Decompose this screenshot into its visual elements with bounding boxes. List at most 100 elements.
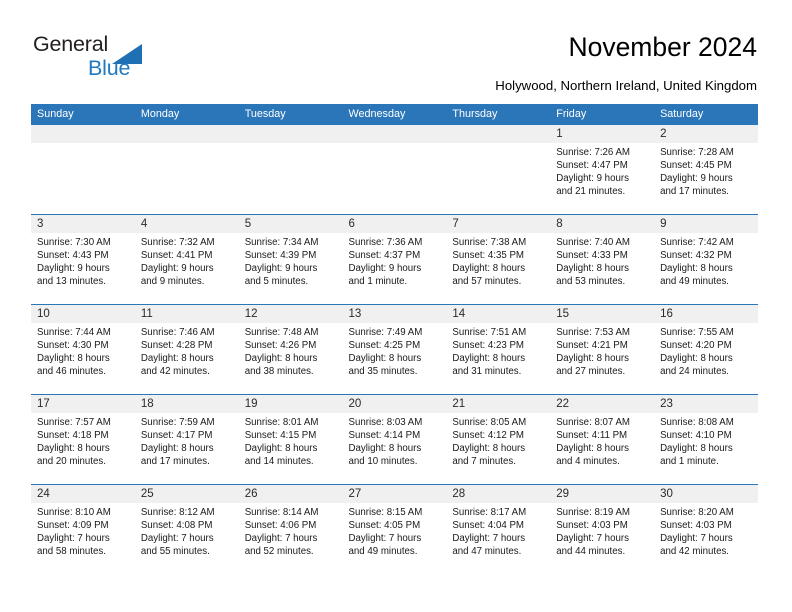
day-cell[interactable]: Sunrise: 8:05 AM Sunset: 4:12 PM Daylight:… xyxy=(446,413,550,484)
day-cell[interactable]: Sunrise: 7:49 AM Sunset: 4:25 PM Daylight:… xyxy=(343,323,447,394)
day-cell[interactable]: Sunrise: 7:28 AM Sunset: 4:45 PM Daylight:… xyxy=(654,143,758,214)
week-date-bar: 17 18 19 20 21 22 23 xyxy=(31,395,758,413)
day-info-line: and 35 minutes. xyxy=(348,366,418,378)
day-number[interactable]: 18 xyxy=(135,395,239,413)
day-info-line: Sunrise: 7:53 AM xyxy=(556,327,630,338)
day-number[interactable]: 15 xyxy=(550,305,654,323)
day-cell[interactable]: Sunrise: 7:42 AM Sunset: 4:32 PM Daylight:… xyxy=(654,233,758,304)
day-cell[interactable]: Sunrise: 8:01 AM Sunset: 4:15 PM Daylight:… xyxy=(239,413,343,484)
day-info-line: Sunrise: 7:51 AM xyxy=(452,327,527,338)
day-number[interactable]: 22 xyxy=(550,395,654,413)
day-info-line: Daylight: 9 hours xyxy=(244,263,318,275)
day-info-line: Sunrise: 7:26 AM xyxy=(556,147,630,158)
day-number[interactable]: 16 xyxy=(654,305,758,323)
day-cell[interactable]: Sunrise: 8:03 AM Sunset: 4:14 PM Daylight:… xyxy=(343,413,447,484)
day-number[interactable]: 3 xyxy=(31,215,135,233)
day-cell[interactable]: Sunrise: 7:46 AM Sunset: 4:28 PM Daylight:… xyxy=(135,323,239,394)
day-info-line: and 17 minutes. xyxy=(140,456,210,468)
day-cell[interactable]: Sunrise: 8:17 AM Sunset: 4:04 PM Daylight:… xyxy=(446,503,550,574)
day-number[interactable]: 27 xyxy=(343,485,447,503)
day-info-line: Daylight: 8 hours xyxy=(452,443,526,455)
day-cell[interactable]: Sunrise: 8:07 AM Sunset: 4:11 PM Daylight:… xyxy=(550,413,654,484)
day-cell[interactable]: Sunrise: 8:10 AM Sunset: 4:09 PM Daylight:… xyxy=(31,503,135,574)
day-number[interactable]: 13 xyxy=(343,305,447,323)
day-info-line: Sunrise: 7:49 AM xyxy=(348,327,423,338)
day-cell[interactable]: Sunrise: 7:38 AM Sunset: 4:35 PM Daylight:… xyxy=(446,233,550,304)
day-info-line: Sunset: 4:26 PM xyxy=(244,340,317,352)
day-number[interactable]: 20 xyxy=(343,395,447,413)
day-info-line: Sunrise: 7:34 AM xyxy=(244,237,319,248)
day-number-empty xyxy=(343,125,447,143)
day-number[interactable]: 5 xyxy=(239,215,343,233)
day-cell[interactable]: Sunrise: 7:48 AM Sunset: 4:26 PM Daylight:… xyxy=(239,323,343,394)
day-cell[interactable]: Sunrise: 7:34 AM Sunset: 4:39 PM Daylight:… xyxy=(239,233,343,304)
day-info-line: Daylight: 8 hours xyxy=(660,353,733,365)
day-info-line: and 42 minutes. xyxy=(660,546,729,558)
day-cell[interactable]: Sunrise: 7:51 AM Sunset: 4:23 PM Daylight:… xyxy=(446,323,550,394)
day-cell[interactable]: Sunrise: 7:30 AM Sunset: 4:43 PM Daylight:… xyxy=(31,233,135,304)
day-number[interactable]: 17 xyxy=(31,395,135,413)
day-info-line: Sunrise: 8:10 AM xyxy=(37,507,111,518)
day-number-empty xyxy=(31,125,135,143)
day-number[interactable]: 1 xyxy=(550,125,654,143)
day-number[interactable]: 24 xyxy=(31,485,135,503)
week-body: Sunrise: 8:10 AM Sunset: 4:09 PM Daylight:… xyxy=(31,503,758,574)
day-cell[interactable]: Sunrise: 7:32 AM Sunset: 4:41 PM Daylight:… xyxy=(135,233,239,304)
day-info-line: and 47 minutes. xyxy=(452,546,522,558)
day-info-line: Sunrise: 8:19 AM xyxy=(556,507,630,518)
calendar-page: General Blue November 2024 Holywood, Nor… xyxy=(0,0,792,612)
day-info-line: Sunset: 4:05 PM xyxy=(348,520,421,532)
day-number[interactable]: 9 xyxy=(654,215,758,233)
day-cell[interactable]: Sunrise: 7:36 AM Sunset: 4:37 PM Daylight:… xyxy=(343,233,447,304)
day-number[interactable]: 28 xyxy=(446,485,550,503)
day-number[interactable]: 26 xyxy=(239,485,343,503)
day-number[interactable]: 4 xyxy=(135,215,239,233)
day-cell[interactable]: Sunrise: 7:26 AM Sunset: 4:47 PM Daylight:… xyxy=(550,143,654,214)
day-info-line: and 44 minutes. xyxy=(556,546,626,558)
day-number[interactable]: 14 xyxy=(446,305,550,323)
calendar-week-row: 24 25 26 27 28 29 30 Sunrise: 8:10 AM Sunset: 4:… xyxy=(31,484,758,574)
month-calendar: Sunday Monday Tuesday Wednesday Thursday Frid… xyxy=(31,104,758,574)
day-cell[interactable]: Sunrise: 8:19 AM Sunset: 4:03 PM Daylight:… xyxy=(550,503,654,574)
day-cell[interactable]: Sunrise: 7:55 AM Sunset: 4:20 PM Daylight:… xyxy=(654,323,758,394)
day-number[interactable]: 11 xyxy=(135,305,239,323)
day-info-line: Sunset: 4:41 PM xyxy=(140,250,213,262)
day-cell[interactable]: Sunrise: 7:59 AM Sunset: 4:17 PM Daylight:… xyxy=(135,413,239,484)
day-cell[interactable]: Sunrise: 7:44 AM Sunset: 4:30 PM Daylight:… xyxy=(31,323,135,394)
day-cell[interactable]: Sunrise: 7:53 AM Sunset: 4:21 PM Daylight:… xyxy=(550,323,654,394)
day-info-line: Daylight: 8 hours xyxy=(556,263,629,275)
day-info-line: Daylight: 8 hours xyxy=(660,443,733,455)
day-cell[interactable]: Sunrise: 8:20 AM Sunset: 4:03 PM Daylight:… xyxy=(654,503,758,574)
day-cell[interactable]: Sunrise: 8:12 AM Sunset: 4:08 PM Daylight:… xyxy=(135,503,239,574)
day-info-line: Sunset: 4:21 PM xyxy=(556,340,628,352)
day-number[interactable]: 25 xyxy=(135,485,239,503)
day-cell[interactable]: Sunrise: 8:14 AM Sunset: 4:06 PM Daylight:… xyxy=(239,503,343,574)
day-number[interactable]: 7 xyxy=(446,215,550,233)
day-info-line: Sunrise: 8:03 AM xyxy=(348,417,423,428)
day-cell-empty xyxy=(446,143,550,214)
day-number[interactable]: 8 xyxy=(550,215,654,233)
day-cell[interactable]: Sunrise: 8:15 AM Sunset: 4:05 PM Daylight:… xyxy=(343,503,447,574)
day-info-line: and 53 minutes. xyxy=(556,276,626,288)
week-body: Sunrise: 7:30 AM Sunset: 4:43 PM Daylight:… xyxy=(31,233,758,304)
week-date-bar: 3456789 xyxy=(31,215,758,233)
day-info-line: Daylight: 7 hours xyxy=(660,533,733,545)
day-cell[interactable]: Sunrise: 7:57 AM Sunset: 4:18 PM Daylight:… xyxy=(31,413,135,484)
day-number-empty xyxy=(239,125,343,143)
weekday-header-friday: Friday xyxy=(556,108,587,120)
day-number[interactable]: 12 xyxy=(239,305,343,323)
day-number[interactable]: 19 xyxy=(239,395,343,413)
day-number[interactable]: 29 xyxy=(550,485,654,503)
day-info-line: Daylight: 8 hours xyxy=(452,263,526,275)
day-number[interactable]: 23 xyxy=(654,395,758,413)
day-info-line: Sunrise: 7:32 AM xyxy=(140,237,215,248)
day-number[interactable]: 6 xyxy=(343,215,447,233)
general-blue-logo[interactable]: General Blue xyxy=(33,32,183,84)
day-number[interactable]: 10 xyxy=(31,305,135,323)
day-cell[interactable]: Sunrise: 8:08 AM Sunset: 4:10 PM Daylight:… xyxy=(654,413,758,484)
day-cell[interactable]: Sunrise: 7:40 AM Sunset: 4:33 PM Daylight:… xyxy=(550,233,654,304)
day-info-line: Daylight: 8 hours xyxy=(140,353,214,365)
day-number[interactable]: 2 xyxy=(654,125,758,143)
day-number[interactable]: 21 xyxy=(446,395,550,413)
day-number[interactable]: 30 xyxy=(654,485,758,503)
